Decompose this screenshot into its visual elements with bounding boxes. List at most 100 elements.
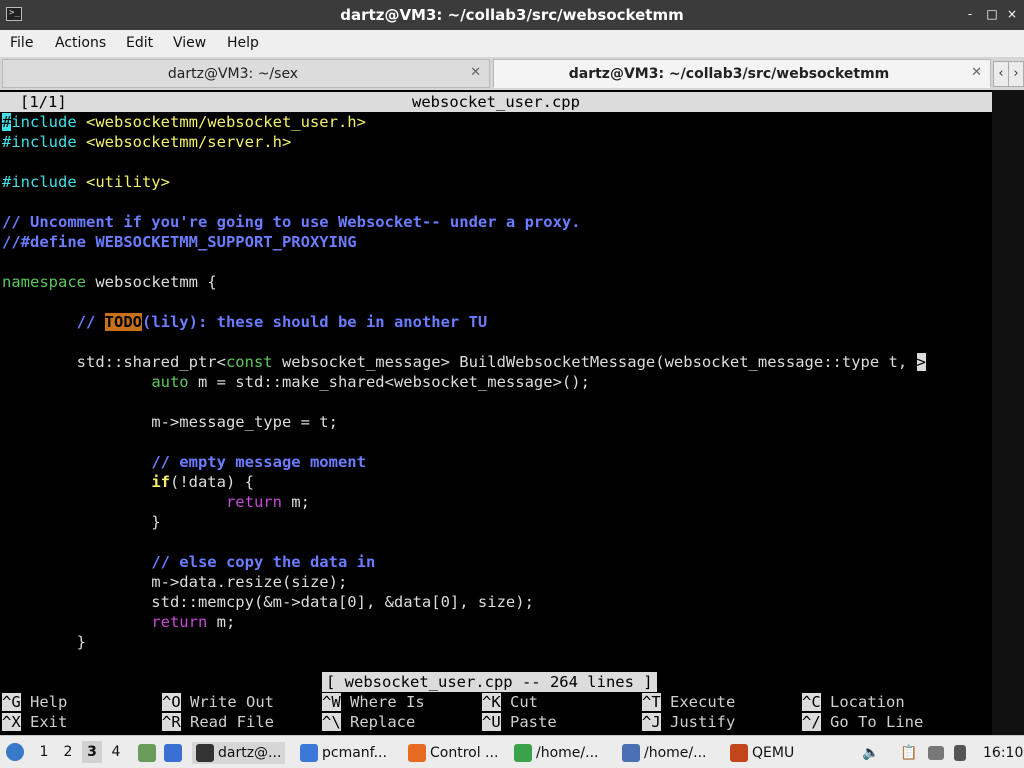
- workspace-3[interactable]: 3: [82, 741, 102, 763]
- text-editor-icon: [514, 744, 532, 762]
- close-window-button[interactable]: ×: [1004, 6, 1020, 22]
- code-line[interactable]: namespace websocketmm {: [2, 272, 217, 292]
- minimize-button[interactable]: -: [962, 6, 978, 22]
- window-titlebar[interactable]: >_ dartz@VM3: ~/collab3/src/websocketmm …: [0, 0, 1024, 30]
- menu-help[interactable]: Help: [227, 35, 259, 51]
- menu-file[interactable]: File: [10, 35, 33, 51]
- maximize-button[interactable]: □: [984, 6, 1000, 22]
- code-line[interactable]: auto m = std::make_shared<websocket_mess…: [2, 372, 590, 392]
- window-title: dartz@VM3: ~/collab3/src/websocketmm: [340, 6, 684, 24]
- tab-home-sex[interactable]: dartz@VM3: ~/sex ✕: [2, 59, 490, 88]
- code-line[interactable]: // Uncomment if you're going to use Webs…: [2, 212, 581, 232]
- code-line[interactable]: #include <utility>: [2, 172, 170, 192]
- terminal-area[interactable]: [1/1] websocket_user.cpp #include <webso…: [0, 90, 992, 735]
- shortcut-item: ^W Where Is: [322, 692, 425, 712]
- tab-bar: dartz@VM3: ~/sex ✕ dartz@VM3: ~/collab3/…: [0, 57, 1024, 90]
- document-icon: [622, 744, 640, 762]
- shortcut-label: Read File: [180, 713, 274, 731]
- shortcut-key: ^T: [642, 693, 661, 711]
- taskbar: 1234 dartz@... pcmanf... Control ... /home/…: [0, 735, 1024, 768]
- close-icon[interactable]: ✕: [971, 65, 982, 80]
- taskbar-task[interactable]: /home/...: [622, 742, 706, 764]
- task-label: Control ...: [430, 745, 499, 761]
- workspace-1[interactable]: 1: [34, 741, 54, 763]
- terminal-scrollbar[interactable]: [992, 90, 1024, 735]
- menu-edit[interactable]: Edit: [126, 35, 153, 51]
- power-button[interactable]: [954, 742, 970, 764]
- shortcut-item: ^K Cut: [482, 692, 538, 712]
- code-line[interactable]: return m;: [2, 492, 310, 512]
- speaker-icon: 🔈: [862, 745, 880, 761]
- shortcut-label: Justify: [660, 713, 736, 731]
- start-menu-button[interactable]: [6, 741, 28, 763]
- tab-scroll-left-button[interactable]: ‹: [993, 61, 1009, 87]
- shortcut-key: ^J: [642, 713, 661, 731]
- network-icon: [928, 746, 944, 760]
- shortcut-key: ^X: [2, 713, 21, 731]
- workspace-2[interactable]: 2: [58, 741, 78, 763]
- code-line[interactable]: if(!data) {: [2, 472, 254, 492]
- shortcut-label: Where Is: [340, 693, 425, 711]
- code-line[interactable]: m->data.resize(size);: [2, 572, 347, 592]
- shortcut-key: ^C: [802, 693, 821, 711]
- code-line[interactable]: #include <websocketmm/server.h>: [2, 132, 291, 152]
- shortcut-item: ^\ Replace: [322, 712, 415, 732]
- code-line[interactable]: // else copy the data in: [2, 552, 375, 572]
- shortcut-key: ^R: [162, 713, 181, 731]
- menu-actions[interactable]: Actions: [55, 35, 106, 51]
- taskbar-task[interactable]: Control ...: [408, 742, 498, 764]
- shortcut-item: ^T Execute: [642, 692, 735, 712]
- desktop-icon: [138, 744, 156, 762]
- code-line[interactable]: std::memcpy(&m->data[0], &data[0], size)…: [2, 592, 534, 612]
- shortcut-item: ^R Read File: [162, 712, 274, 732]
- code-line[interactable]: // empty message moment: [2, 452, 366, 472]
- tab-websocketmm[interactable]: dartz@VM3: ~/collab3/src/websocketmm ✕: [493, 59, 991, 88]
- volume-button[interactable]: 🔈: [862, 742, 879, 764]
- shortcut-label: Execute: [660, 693, 736, 711]
- menu-view[interactable]: View: [173, 35, 206, 51]
- shortcut-item: ^/ Go To Line: [802, 712, 923, 732]
- menu-bar: File Actions Edit View Help: [0, 30, 1024, 57]
- shortcut-label: Write Out: [180, 693, 274, 711]
- shortcut-key: ^U: [482, 713, 501, 731]
- shortcut-key: ^W: [322, 693, 341, 711]
- task-label: /home/...: [644, 745, 707, 761]
- status-message: [ websocket_user.cpp -- 264 lines ]: [322, 672, 657, 692]
- code-line[interactable]: std::shared_ptr<const websocket_message>…: [2, 352, 926, 372]
- folder-icon: [300, 744, 318, 762]
- code-line[interactable]: return m;: [2, 612, 235, 632]
- network-button[interactable]: [928, 742, 948, 764]
- code-line[interactable]: //#define WEBSOCKETMM_SUPPORT_PROXYING: [2, 232, 357, 252]
- close-icon[interactable]: ✕: [470, 65, 481, 80]
- shortcut-item: ^G Help: [2, 692, 67, 712]
- editor-filename: websocket_user.cpp: [412, 93, 580, 111]
- code-line[interactable]: }: [2, 512, 160, 532]
- code-line[interactable]: #include <websocketmm/websocket_user.h>: [2, 112, 366, 132]
- shortcut-label: Location: [820, 693, 905, 711]
- window-list-button[interactable]: [164, 742, 186, 764]
- shortcut-item: ^C Location: [802, 692, 905, 712]
- clipboard-button[interactable]: 📋: [900, 742, 917, 764]
- tab-scroll-right-button[interactable]: ›: [1008, 61, 1024, 87]
- windows-icon: [164, 744, 182, 762]
- taskbar-task[interactable]: /home/...: [514, 742, 598, 764]
- shortcut-key: ^K: [482, 693, 501, 711]
- tab-label: dartz@VM3: ~/collab3/src/websocketmm: [568, 66, 890, 82]
- shortcut-label: Exit: [20, 713, 68, 731]
- code-line[interactable]: m->message_type = t;: [2, 412, 338, 432]
- clipboard-icon: 📋: [900, 745, 918, 761]
- workspace-4[interactable]: 4: [106, 741, 126, 763]
- code-line[interactable]: // TODO(lily): these should be in anothe…: [2, 312, 487, 332]
- code-line[interactable]: }: [2, 632, 86, 652]
- battery-icon: [954, 745, 966, 761]
- shortcut-key: ^O: [162, 693, 181, 711]
- shortcut-label: Cut: [500, 693, 538, 711]
- clock[interactable]: 16:10: [983, 742, 1023, 764]
- taskbar-task[interactable]: QEMU: [730, 742, 794, 764]
- bird-logo-icon: [6, 743, 24, 761]
- taskbar-task[interactable]: pcmanf...: [300, 742, 387, 764]
- shortcut-label: Paste: [500, 713, 557, 731]
- taskbar-task[interactable]: dartz@...: [192, 742, 286, 764]
- show-desktop-button[interactable]: [138, 742, 160, 764]
- firefox-icon: [408, 744, 426, 762]
